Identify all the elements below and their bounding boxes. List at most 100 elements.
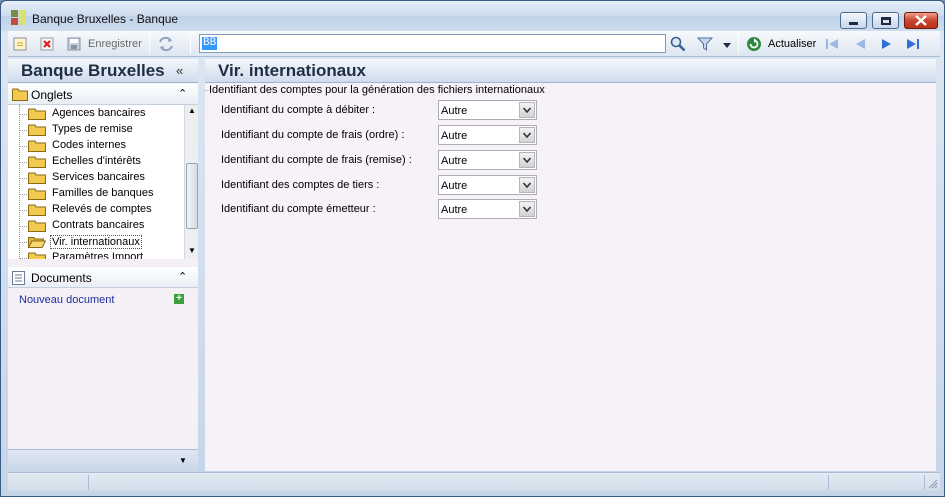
tree-item-label: Codes internes <box>52 139 126 151</box>
next-record-icon[interactable] <box>880 37 894 51</box>
select-value: Autre <box>441 204 468 216</box>
previous-record-icon[interactable] <box>853 37 867 51</box>
main-header: Vir. internationaux <box>205 59 936 83</box>
sync-icon[interactable] <box>158 36 174 52</box>
delete-icon[interactable] <box>40 37 54 51</box>
dropdown-button[interactable] <box>519 177 535 193</box>
group-label: Identifiant des comptes pour la générati… <box>209 84 547 96</box>
scroll-up-icon[interactable]: ▲ <box>188 106 196 115</box>
select-value: Autre <box>441 105 468 117</box>
section-documents[interactable]: Documents ⌃ <box>8 267 198 288</box>
last-record-icon[interactable] <box>906 37 920 51</box>
tree-item-label: Vir. internationaux <box>50 235 142 249</box>
folder-icon <box>28 124 46 136</box>
navigation-panel: Banque Bruxelles « Onglets ⌃ Agences ban… <box>8 59 198 471</box>
folder-icon <box>28 204 46 216</box>
select-value: Autre <box>441 180 468 192</box>
search-value: BB <box>202 37 218 50</box>
title-bar[interactable]: Banque Bruxelles - Banque <box>1 1 944 31</box>
field-label: Identifiant du compte de frais (remise) … <box>221 154 412 166</box>
close-button[interactable] <box>904 12 938 29</box>
filter-icon[interactable] <box>697 36 713 52</box>
tree-item-label: Relevés de comptes <box>52 203 152 215</box>
tree-connector <box>19 162 27 163</box>
folder-icon <box>28 108 46 120</box>
page-title: Vir. internationaux <box>218 61 367 80</box>
section-onglets-label: Onglets <box>31 88 73 102</box>
onglets-tree: Agences bancaires Types de remise Codes in… <box>8 105 184 259</box>
tree-connector <box>19 210 27 211</box>
field-label: Identifiant du compte émetteur : <box>221 203 376 215</box>
toolbar-separator <box>738 34 739 54</box>
chevron-down-icon <box>523 182 531 188</box>
tree-connector <box>19 194 27 195</box>
dropdown-button[interactable] <box>519 127 535 143</box>
scrollbar-thumb[interactable] <box>186 163 198 229</box>
chevron-down-icon[interactable] <box>723 41 731 49</box>
section-onglets[interactable]: Onglets ⌃ <box>8 84 198 105</box>
maximize-button[interactable] <box>872 12 899 29</box>
toolbar-separator <box>190 34 191 54</box>
scroll-down-icon[interactable]: ▼ <box>188 246 196 255</box>
minimize-button[interactable] <box>840 12 867 29</box>
chevron-up-icon[interactable]: ⌃ <box>178 270 187 283</box>
account-identifier-select[interactable]: Autre <box>438 150 537 170</box>
select-value: Autre <box>441 130 468 142</box>
search-icon[interactable] <box>670 36 686 52</box>
tree-item-label: Services bancaires <box>52 171 145 183</box>
new-document-link[interactable]: Nouveau document <box>19 294 114 306</box>
dropdown-button[interactable] <box>519 201 535 217</box>
toolbar: Enregistrer BB Actualiser <box>8 31 940 57</box>
folder-icon <box>28 156 46 168</box>
tree-connector <box>19 258 27 259</box>
folder-icon <box>28 252 46 259</box>
folder-icon <box>28 188 46 200</box>
field-label: Identifiant des comptes de tiers : <box>221 179 380 191</box>
chevron-down-icon[interactable]: ▼ <box>179 456 187 465</box>
tree-connector <box>19 146 27 147</box>
tree-scrollbar[interactable]: ▲ ▼ <box>184 105 198 259</box>
tree-connector <box>19 130 27 131</box>
resize-grip-icon[interactable] <box>928 479 938 489</box>
folder-icon <box>28 172 46 184</box>
restore-icon <box>880 16 891 25</box>
account-identifier-select[interactable]: Autre <box>438 125 537 145</box>
chevron-down-icon <box>523 157 531 163</box>
chevron-down-icon <box>523 132 531 138</box>
collapse-panel-button[interactable]: « <box>176 63 183 78</box>
minimize-icon <box>849 22 858 25</box>
tree-connector <box>19 242 27 243</box>
refresh-button[interactable]: Actualiser <box>768 38 816 50</box>
save-button[interactable]: Enregistrer <box>88 38 142 50</box>
close-icon <box>915 15 927 26</box>
status-cell <box>89 475 829 490</box>
field-label: Identifiant du compte de frais (ordre) : <box>221 129 405 141</box>
tree-item-label: Types de remise <box>52 123 133 135</box>
chevron-down-icon <box>523 206 531 212</box>
section-documents-label: Documents <box>31 271 92 285</box>
main-content: Vir. internationaux Identifiant des comp… <box>205 59 936 471</box>
tree-item-label: Paramètres Import <box>52 251 144 259</box>
chevron-up-icon[interactable]: ⌃ <box>178 87 187 100</box>
dropdown-button[interactable] <box>519 152 535 168</box>
select-value: Autre <box>441 155 468 167</box>
account-identifier-select[interactable]: Autre <box>438 100 537 120</box>
chevron-down-icon <box>523 107 531 113</box>
folder-icon <box>12 88 28 101</box>
tree-connector <box>19 114 27 115</box>
navigation-panel-footer: ▼ <box>8 449 198 471</box>
save-icon <box>67 37 81 51</box>
status-cell <box>8 475 89 490</box>
field-label: Identifiant du compte à débiter : <box>221 104 376 116</box>
tree-connector <box>19 105 20 259</box>
search-input[interactable]: BB <box>199 34 666 53</box>
dropdown-button[interactable] <box>519 102 535 118</box>
tree-connector <box>19 226 27 227</box>
add-document-icon[interactable]: + <box>174 294 184 304</box>
window-title: Banque Bruxelles - Banque <box>32 12 179 26</box>
new-icon[interactable] <box>13 37 27 51</box>
account-identifier-select[interactable]: Autre <box>438 175 537 195</box>
first-record-icon[interactable] <box>825 37 839 51</box>
account-identifier-select[interactable]: Autre <box>438 199 537 219</box>
toolbar-separator <box>149 34 150 54</box>
